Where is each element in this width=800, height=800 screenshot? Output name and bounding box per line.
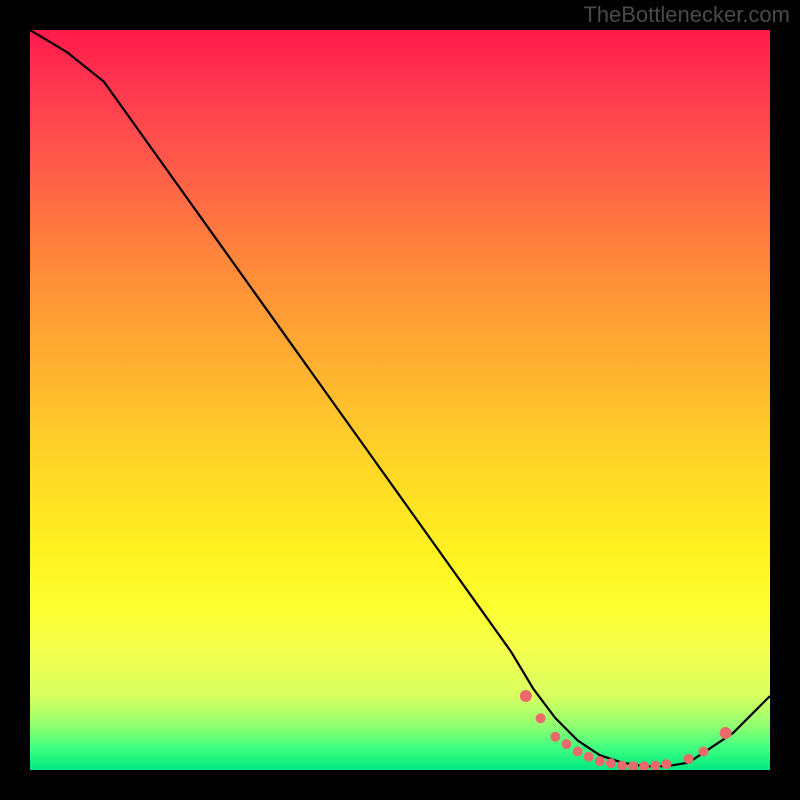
highlight-dot bbox=[661, 759, 671, 769]
highlight-dot bbox=[595, 756, 605, 766]
highlight-dot bbox=[606, 758, 616, 768]
highlight-dot bbox=[562, 739, 572, 749]
highlight-dot bbox=[520, 690, 532, 702]
highlight-dot bbox=[536, 713, 546, 723]
highlight-dot bbox=[639, 761, 649, 770]
highlight-dot bbox=[698, 747, 708, 757]
highlight-dot bbox=[720, 727, 732, 739]
attribution-label: TheBottlenecker.com bbox=[583, 2, 790, 28]
plot-area bbox=[30, 30, 770, 770]
chart-svg bbox=[30, 30, 770, 770]
highlight-dot bbox=[650, 761, 660, 770]
highlight-dot bbox=[584, 752, 594, 762]
highlight-dots bbox=[520, 690, 732, 770]
curve-line bbox=[30, 30, 770, 766]
highlight-dot bbox=[573, 747, 583, 757]
highlight-dot bbox=[550, 732, 560, 742]
highlight-dot bbox=[628, 761, 638, 770]
highlight-dot bbox=[684, 754, 694, 764]
